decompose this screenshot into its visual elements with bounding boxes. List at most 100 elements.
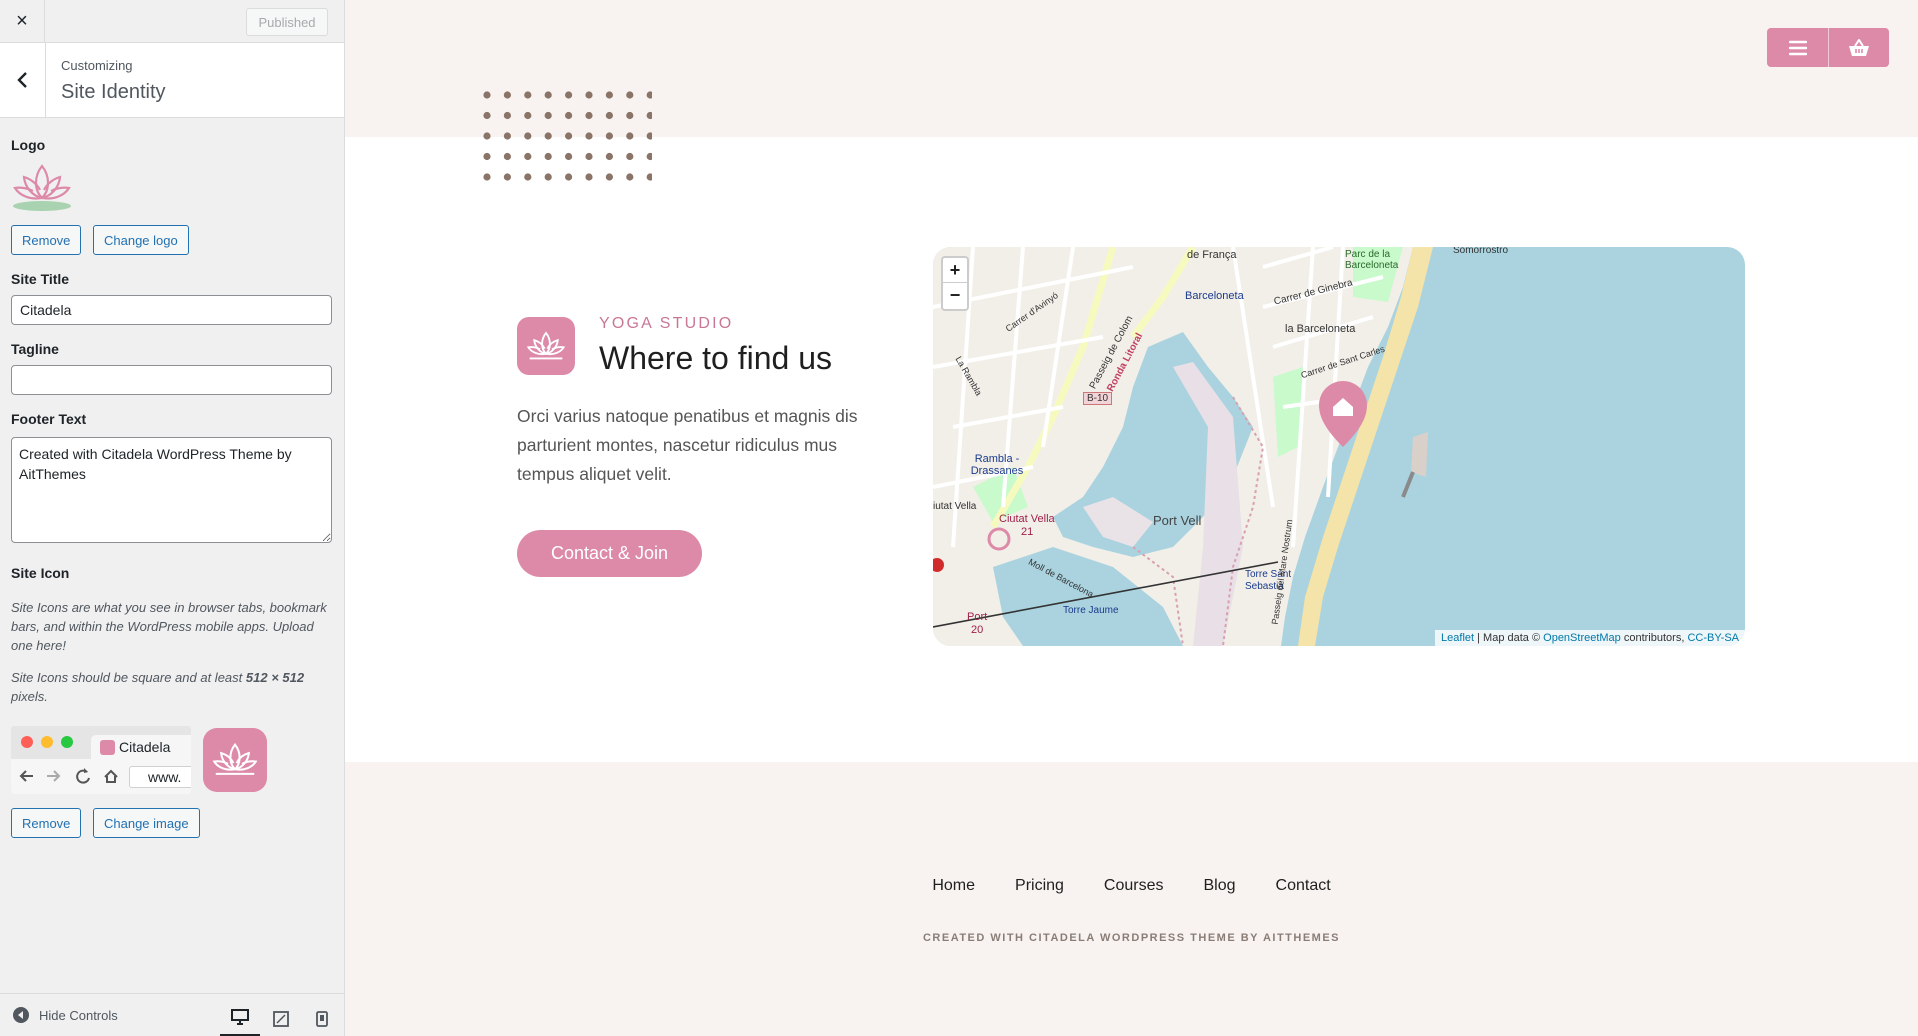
zoom-out-button[interactable]: − bbox=[943, 283, 967, 308]
close-customizer-button[interactable]: × bbox=[0, 0, 45, 43]
hide-controls-button[interactable]: Hide Controls bbox=[12, 1006, 118, 1024]
shopping-basket-icon bbox=[1849, 38, 1869, 56]
decorative-dot bbox=[503, 152, 511, 161]
remove-logo-button[interactable]: Remove bbox=[11, 225, 82, 255]
map-label-b10: B-10 bbox=[1083, 392, 1113, 405]
site-title-label: Site Title bbox=[11, 271, 70, 287]
decorative-dot bbox=[503, 91, 511, 99]
decorative-dot bbox=[646, 111, 652, 120]
map-label-barceloneta-station: Barceloneta bbox=[1185, 290, 1244, 302]
site-title-input[interactable] bbox=[11, 295, 332, 325]
customizing-label: Customizing bbox=[61, 58, 133, 73]
decorative-dot bbox=[565, 152, 573, 161]
nav-link-courses[interactable]: Courses bbox=[1104, 877, 1164, 895]
lotus-icon bbox=[212, 743, 258, 775]
decorative-dot bbox=[585, 173, 593, 181]
site-icon-size-note: Site Icons should be square and at least… bbox=[11, 668, 331, 706]
decorative-dot bbox=[544, 173, 552, 181]
menu-button[interactable] bbox=[1767, 28, 1828, 67]
change-image-button[interactable]: Change image bbox=[93, 808, 200, 838]
browser-url-bar: www. bbox=[129, 766, 191, 788]
section-body-text: Orci varius natoque penatibus et magnis … bbox=[517, 406, 858, 484]
decorative-dot bbox=[605, 111, 613, 120]
decorative-dot bbox=[585, 132, 593, 140]
browser-tab-preview: Citadela www. bbox=[11, 726, 191, 794]
decorative-dot bbox=[483, 111, 491, 120]
close-icon: × bbox=[16, 10, 28, 32]
decorative-dot bbox=[585, 111, 593, 120]
decorative-dot bbox=[565, 91, 573, 99]
decorative-dot bbox=[565, 111, 573, 120]
nav-link-home[interactable]: Home bbox=[932, 877, 975, 895]
decorative-dot bbox=[524, 173, 532, 181]
map-label-somorrostro: Somorrostro bbox=[1453, 247, 1509, 256]
contact-join-button[interactable]: Contact & Join bbox=[517, 530, 702, 577]
site-icon-description: Site Icons are what you see in browser t… bbox=[11, 600, 327, 653]
site-footer: Home Pricing Courses Blog Contact CREATE… bbox=[345, 762, 1918, 1036]
decorative-dot bbox=[605, 91, 613, 99]
preview-mobile-button[interactable] bbox=[302, 1000, 342, 1036]
footer-credit: CREATED WITH CITADELA WORDPRESS THEME BY… bbox=[922, 932, 1341, 944]
license-link[interactable]: CC-BY-SA bbox=[1687, 632, 1739, 644]
decorative-dot-grid bbox=[483, 91, 652, 181]
studio-icon-badge bbox=[517, 317, 575, 375]
decorative-dot bbox=[524, 152, 532, 161]
map-label-vella-left: iutat Vella bbox=[933, 501, 977, 512]
openstreetmap-link[interactable]: OpenStreetMap bbox=[1543, 632, 1621, 644]
collapse-arrow-icon bbox=[13, 1007, 29, 1023]
size-note-prefix: Site Icons should be square and at least bbox=[11, 670, 246, 685]
logo-preview bbox=[11, 160, 73, 212]
section-eyebrow: YOGA STUDIO bbox=[599, 315, 734, 332]
decorative-dot bbox=[585, 152, 593, 161]
browser-tab-title: Citadela bbox=[119, 739, 171, 755]
tablet-icon bbox=[273, 1010, 289, 1027]
hide-controls-label: Hide Controls bbox=[39, 1007, 118, 1023]
decorative-dot bbox=[605, 132, 613, 140]
footer-nav: Home Pricing Courses Blog Contact bbox=[345, 877, 1918, 895]
map-label-parc: Parc de la Barceloneta bbox=[1345, 249, 1399, 271]
zoom-in-button[interactable]: + bbox=[943, 258, 967, 283]
decorative-dot bbox=[565, 173, 573, 181]
decorative-dot bbox=[626, 132, 634, 140]
tagline-input[interactable] bbox=[11, 365, 332, 395]
remove-site-icon-button[interactable]: Remove bbox=[11, 808, 82, 838]
preview-tablet-button[interactable] bbox=[261, 1000, 301, 1036]
location-map[interactable]: de França Barceloneta Carrer de Ginebra … bbox=[933, 247, 1745, 646]
nav-link-blog[interactable]: Blog bbox=[1204, 877, 1236, 895]
decorative-dot bbox=[605, 152, 613, 161]
cart-button[interactable] bbox=[1828, 28, 1889, 67]
map-label-la-barceloneta: la Barceloneta bbox=[1285, 323, 1356, 335]
nav-link-contact[interactable]: Contact bbox=[1276, 877, 1331, 895]
decorative-dot bbox=[544, 111, 552, 120]
decorative-dot bbox=[483, 132, 491, 140]
mobile-icon bbox=[316, 1010, 328, 1027]
size-note-value: 512 × 512 bbox=[245, 670, 305, 685]
hamburger-menu-icon bbox=[1788, 40, 1807, 55]
section-name: Site Identity bbox=[61, 81, 166, 103]
decorative-dot bbox=[646, 152, 652, 161]
map-label-torre-sebastia: Torre Sant Sebastià bbox=[1245, 569, 1292, 592]
back-button[interactable] bbox=[0, 43, 46, 117]
map-label-port: Port bbox=[967, 611, 988, 623]
window-minimize-dot bbox=[41, 736, 53, 748]
change-logo-button[interactable]: Change logo bbox=[93, 225, 189, 255]
decorative-dot bbox=[524, 91, 532, 99]
window-maximize-dot bbox=[61, 736, 73, 748]
decorative-dot bbox=[646, 132, 652, 140]
decorative-dot bbox=[483, 91, 491, 99]
browser-tab: Citadela bbox=[91, 735, 191, 759]
footer-text-textarea[interactable]: Created with Citadela WordPress Theme by… bbox=[11, 437, 332, 543]
nav-link-pricing[interactable]: Pricing bbox=[1015, 877, 1064, 895]
preview-desktop-button[interactable] bbox=[220, 1000, 260, 1036]
decorative-dot bbox=[585, 91, 593, 99]
decorative-dot bbox=[544, 152, 552, 161]
customizer-sidebar: × Published Customizing Site Identity Lo… bbox=[0, 0, 345, 1036]
published-button[interactable]: Published bbox=[246, 8, 328, 36]
decorative-dot bbox=[605, 173, 613, 181]
map-tiles bbox=[933, 247, 1433, 646]
section-title-bar: Customizing Site Identity bbox=[0, 43, 344, 118]
decorative-dot bbox=[626, 91, 634, 99]
chevron-left-icon bbox=[16, 72, 27, 88]
map-label-drassanes: Rambla - Drassanes bbox=[970, 453, 1024, 477]
leaflet-link[interactable]: Leaflet bbox=[1441, 632, 1474, 644]
